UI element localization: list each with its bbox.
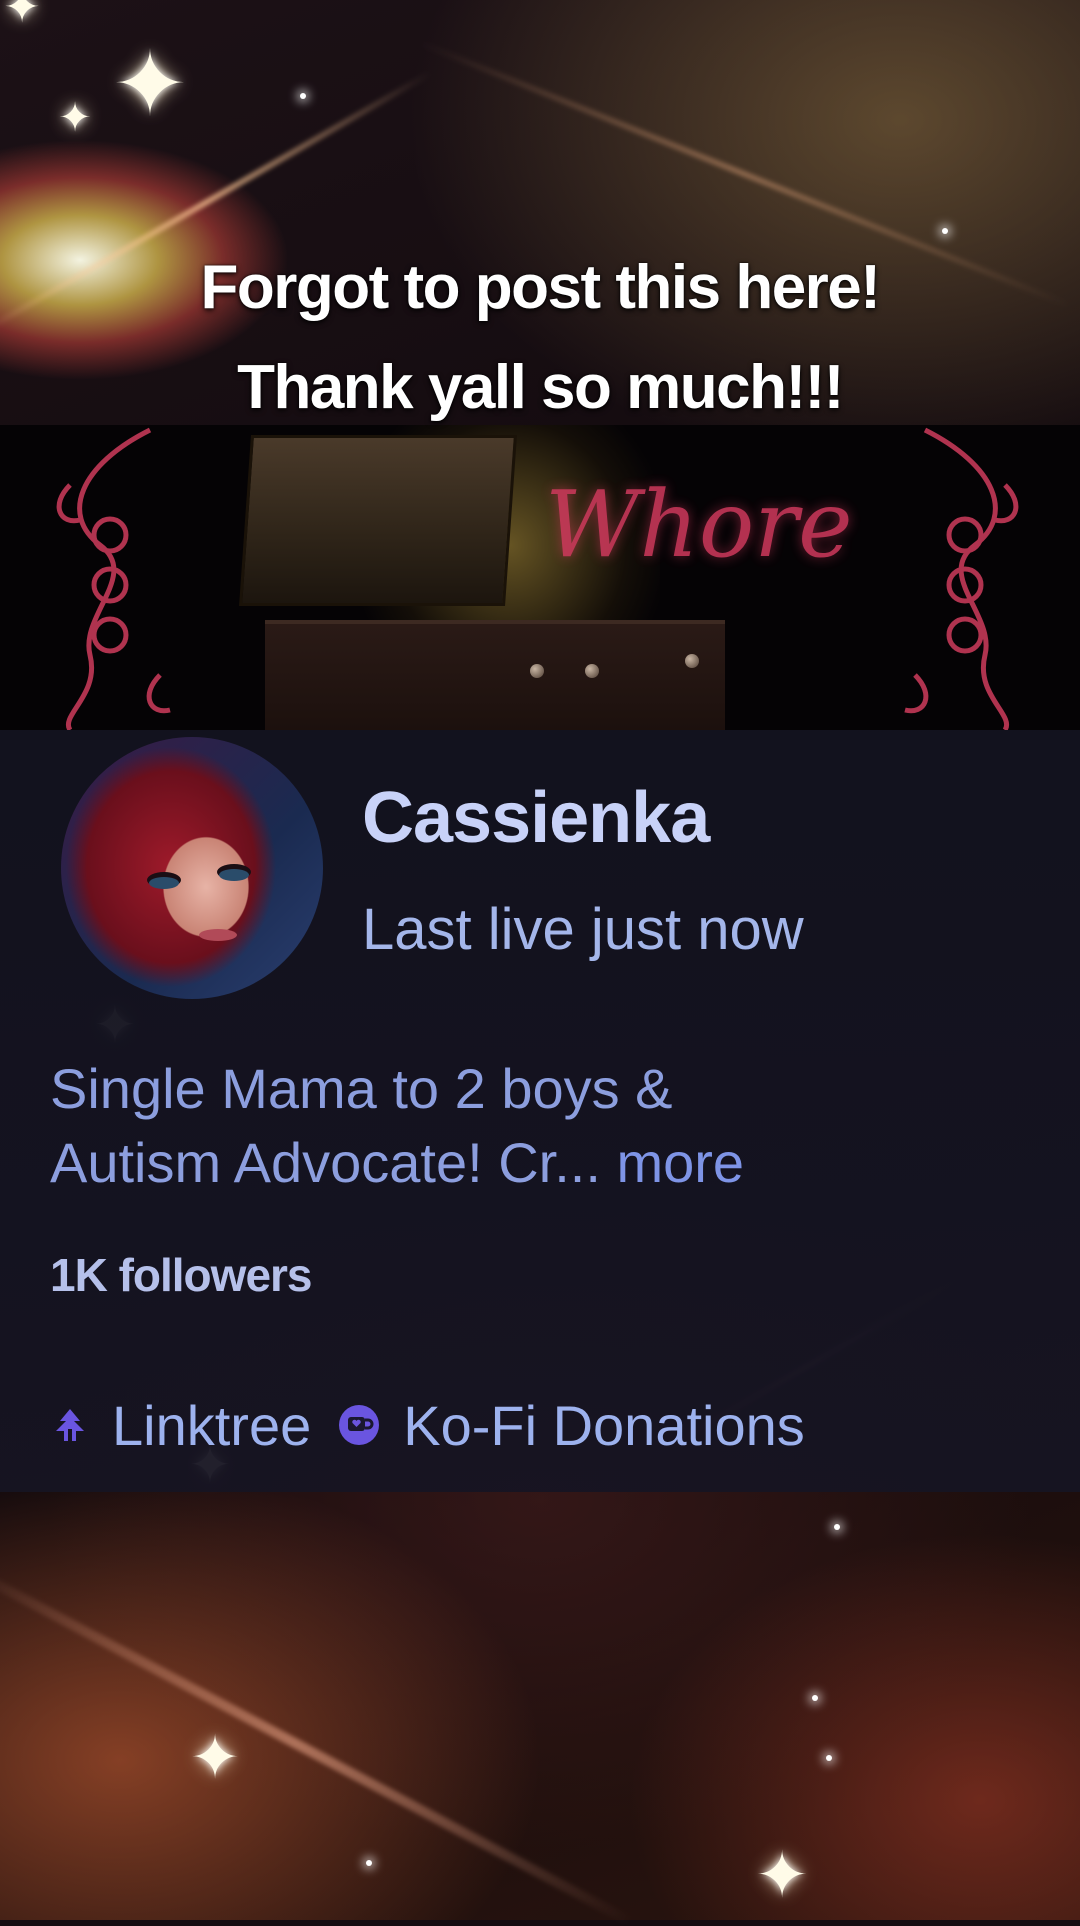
profile-banner-image: Whore xyxy=(0,425,1080,730)
linktree-link[interactable]: Linktree xyxy=(50,1393,311,1458)
kofi-link[interactable]: Ko-Fi Donations xyxy=(337,1393,805,1458)
followers-count[interactable]: 1K followers xyxy=(50,1248,313,1302)
star-dot xyxy=(942,228,948,234)
last-live-status: Last live just now xyxy=(362,897,804,962)
avatar-eye xyxy=(219,869,249,881)
chest-rivet xyxy=(530,664,544,678)
bio-more-link[interactable]: more xyxy=(616,1131,744,1194)
profile-card: Cassienka Last live just now Single Mama… xyxy=(0,730,1080,1492)
avatar[interactable] xyxy=(61,737,323,999)
sparkle: ✦ xyxy=(112,35,188,135)
chest-lid xyxy=(239,435,517,606)
bio: Single Mama to 2 boys & Autism Advocate!… xyxy=(50,1052,1050,1200)
username[interactable]: Cassienka xyxy=(362,777,710,859)
chest-rivet xyxy=(585,664,599,678)
star-dot xyxy=(366,1860,372,1866)
star-dot xyxy=(300,93,306,99)
left-ornament xyxy=(56,427,171,730)
right-ornament xyxy=(904,427,1019,730)
bio-line-2: Autism Advocate! Cr... more xyxy=(50,1126,1050,1200)
sparkle: ✦ xyxy=(58,96,92,140)
caption-line-2: Thank yall so much!!! xyxy=(237,353,844,422)
chest-rivet xyxy=(685,654,699,668)
kofi-icon xyxy=(339,1405,380,1445)
bio-line-2-text: Autism Advocate! Cr... xyxy=(50,1131,601,1194)
linktree-icon xyxy=(56,1409,84,1441)
caption-line-1: Forgot to post this here! xyxy=(200,253,881,322)
linktree-label: Linktree xyxy=(112,1393,312,1457)
bio-line-1: Single Mama to 2 boys & xyxy=(50,1057,673,1120)
avatar-lips xyxy=(199,929,237,941)
star-dot xyxy=(812,1695,818,1701)
kofi-label: Ko-Fi Donations xyxy=(403,1393,805,1457)
banner-script-text: Whore xyxy=(545,471,853,578)
star-dot xyxy=(826,1755,832,1761)
chest-box xyxy=(265,620,725,730)
profile-links: Linktree Ko-Fi Donations xyxy=(50,1390,805,1460)
star-dot xyxy=(834,1524,840,1530)
sparkle: ✦ xyxy=(3,0,41,32)
sparkle: ✦ xyxy=(755,1839,809,1911)
avatar-eye xyxy=(149,877,179,889)
sparkle: ✦ xyxy=(189,1724,241,1791)
light-streak xyxy=(0,1560,634,1926)
